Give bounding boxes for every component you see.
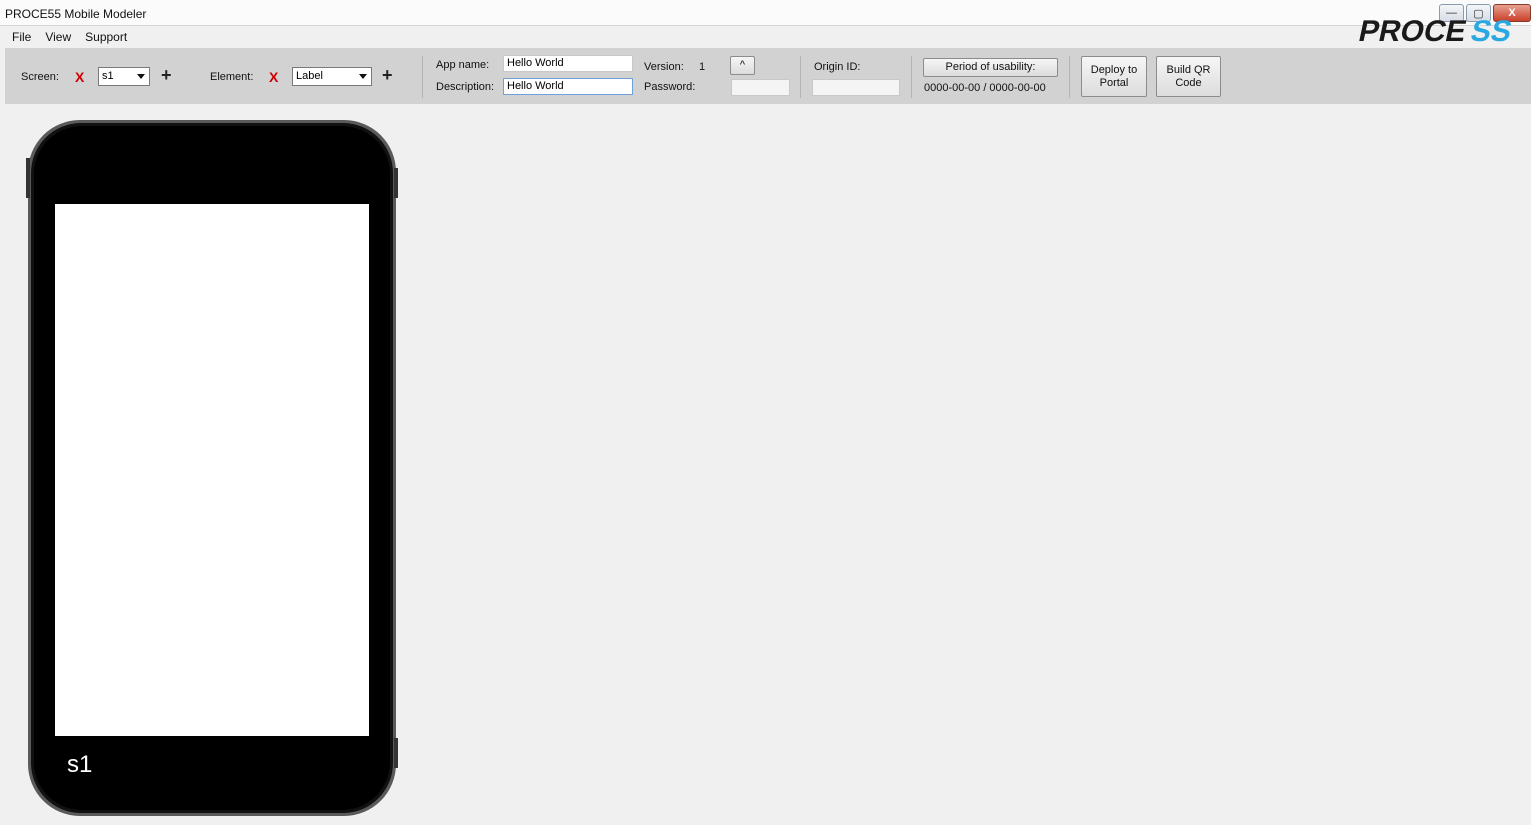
- deploy-button-line2: Portal: [1099, 76, 1129, 89]
- separator: [800, 56, 801, 98]
- phone-frame: s1: [26, 120, 398, 816]
- phone-screen-name: s1: [67, 751, 92, 778]
- period-value: 0000-00-00 / 0000-00-00: [924, 82, 1046, 94]
- element-select-value: Label: [296, 70, 323, 82]
- process-logo: PROCE SS: [1356, 15, 1515, 46]
- origin-id-label: Origin ID:: [814, 61, 861, 73]
- version-label: Version:: [644, 61, 684, 73]
- password-label: Password:: [644, 81, 696, 93]
- version-increment-button[interactable]: ^: [730, 56, 755, 75]
- deploy-to-portal-button[interactable]: Deploy to Portal: [1081, 56, 1147, 97]
- menu-file[interactable]: File: [5, 27, 38, 48]
- screen-select-value: s1: [102, 70, 114, 82]
- element-label: Element:: [210, 71, 254, 83]
- build-qr-code-button[interactable]: Build QR Code: [1156, 56, 1221, 97]
- phone-preview: s1: [26, 118, 398, 818]
- origin-id-input[interactable]: [812, 79, 900, 96]
- description-input[interactable]: Hello World: [503, 78, 633, 95]
- separator: [1069, 56, 1070, 98]
- screen-select[interactable]: s1: [98, 67, 150, 86]
- delete-screen-button[interactable]: X: [75, 69, 84, 85]
- element-select[interactable]: Label: [292, 67, 372, 86]
- qr-button-line1: Build QR: [1166, 63, 1211, 76]
- menu-support[interactable]: Support: [78, 27, 134, 48]
- app-name-input[interactable]: Hello World: [503, 55, 633, 72]
- menu-bar: File View Support: [5, 27, 134, 48]
- toolbar: Screen: X s1 + Element: X Label + App na…: [5, 48, 1531, 104]
- version-value: 1: [699, 61, 706, 73]
- chevron-down-icon: [137, 74, 145, 79]
- separator: [422, 56, 423, 98]
- add-screen-button[interactable]: +: [161, 65, 172, 86]
- phone-screen[interactable]: [55, 204, 369, 736]
- delete-element-button[interactable]: X: [269, 69, 278, 85]
- app-name-label: App name:: [436, 59, 490, 71]
- add-element-button[interactable]: +: [382, 65, 393, 86]
- period-of-usability-button[interactable]: Period of usability:: [923, 58, 1058, 77]
- description-label: Description:: [436, 81, 495, 93]
- password-input[interactable]: [731, 79, 790, 96]
- separator: [911, 56, 912, 98]
- screen-label: Screen:: [21, 71, 59, 83]
- deploy-button-line1: Deploy to: [1090, 63, 1138, 76]
- title-bar: PROCE55 Mobile Modeler — ▢ X: [0, 0, 1531, 26]
- logo-text-accent: SS: [1468, 15, 1515, 46]
- logo-text-dark: PROCE: [1356, 15, 1470, 46]
- qr-button-line2: Code: [1175, 76, 1202, 89]
- chevron-down-icon: [359, 74, 367, 79]
- window-title: PROCE55 Mobile Modeler: [5, 7, 147, 21]
- menu-view[interactable]: View: [38, 27, 78, 48]
